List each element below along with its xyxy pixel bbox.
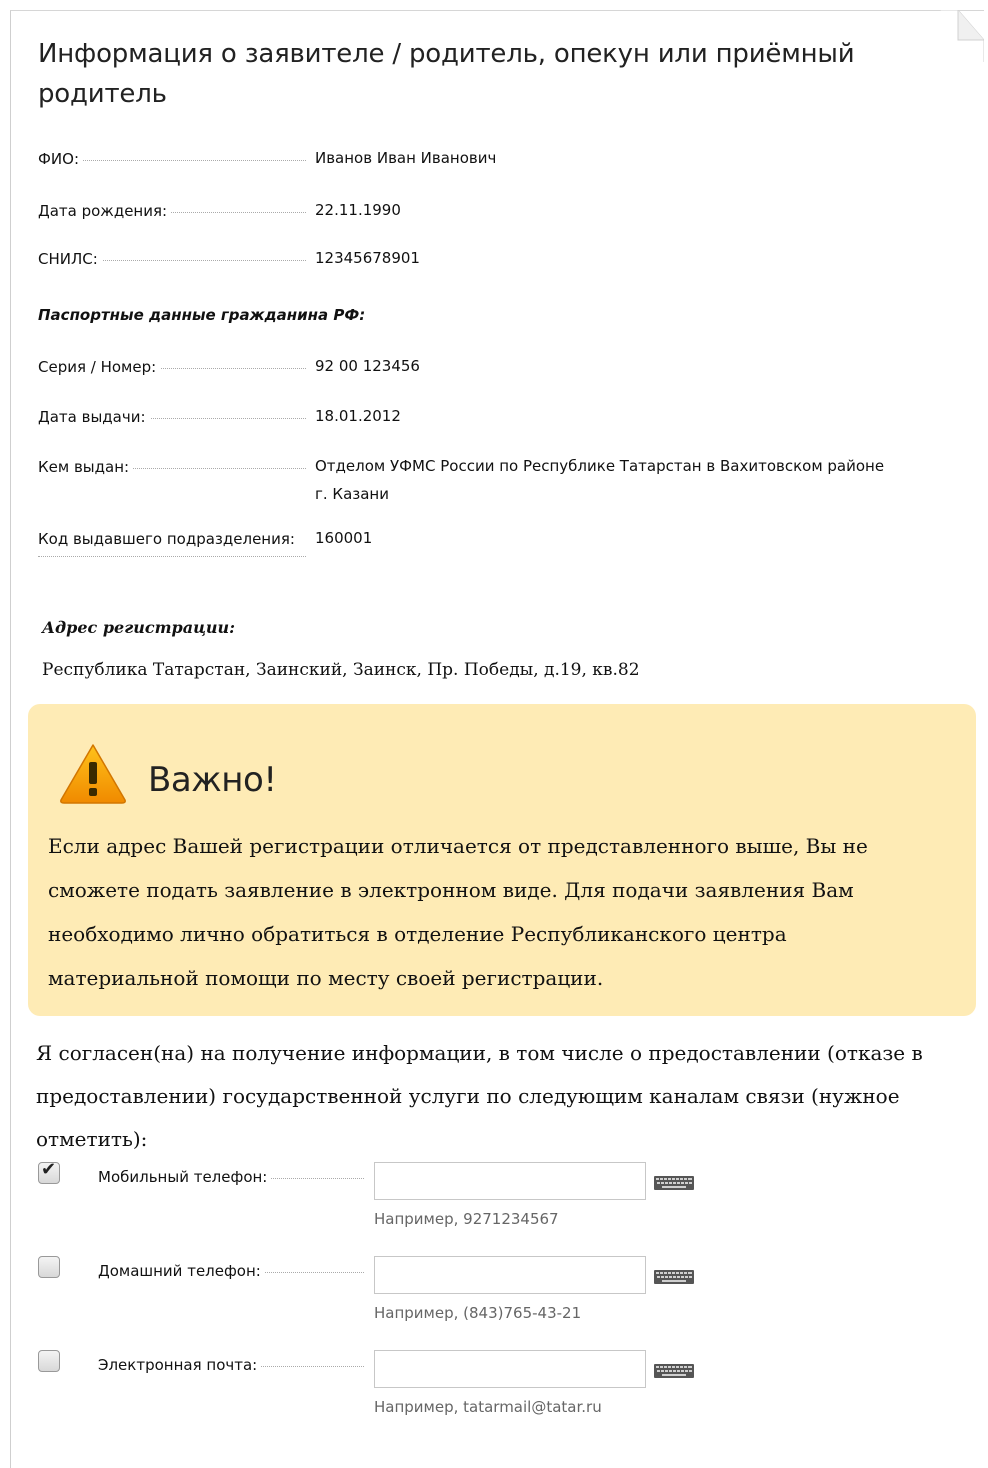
contact-email: Электронная почта: Например, tatarmail@t… [38,1350,958,1430]
warning-triangle-icon [60,744,126,804]
passport-dept-code-value: 160001 [315,529,373,547]
fio-value: Иванов Иван Иванович [315,149,497,167]
home-phone-checkbox[interactable] [38,1256,60,1278]
passport-issue-date-label: Дата выдачи: [38,408,150,426]
passport-dept-code-label: Код выдавшего подразделения: [38,522,306,557]
home-phone-label: Домашний телефон: [98,1262,265,1280]
email-checkbox[interactable] [38,1350,60,1372]
checkmark-icon: ✔ [41,1159,57,1180]
mobile-phone-checkbox[interactable]: ✔ [38,1159,60,1184]
contact-home: Домашний телефон: Например, (843)765-43-… [38,1256,958,1336]
email-label: Электронная почта: [98,1356,262,1374]
notice-text: Если адрес Вашей регистрации отличается … [48,834,868,990]
keyboard-icon[interactable] [654,1270,694,1284]
page-corner-fold-icon [940,10,984,62]
passport-series-value: 92 00 123456 [315,357,420,375]
home-phone-hint: Например, (843)765-43-21 [374,1304,582,1322]
address-heading: Адрес регистрации: [42,618,236,637]
contact-mobile: ✔ Мобильный телефон: Например, 927123456… [38,1159,958,1242]
home-phone-input[interactable] [374,1256,646,1294]
snils-label: СНИЛС: [38,250,102,268]
keyboard-icon[interactable] [654,1364,694,1378]
mobile-phone-hint: Например, 9271234567 [374,1210,559,1228]
passport-issue-date-value: 18.01.2012 [315,407,401,425]
notice-title: Важно! [148,760,277,800]
birth-date-label: Дата рождения: [38,202,172,220]
passport-series-label: Серия / Номер: [38,358,161,376]
passport-issued-by-label: Кем выдан: [38,458,134,476]
passport-heading: Паспортные данные гражданина РФ: [38,306,366,324]
keyboard-icon[interactable] [654,1176,694,1190]
birth-date-value: 22.11.1990 [315,201,401,219]
mobile-phone-input[interactable] [374,1162,646,1200]
important-notice: Важно! Если адрес Вашей регистрации отли… [28,704,976,1016]
snils-value: 12345678901 [315,249,420,267]
email-input[interactable] [374,1350,646,1388]
fio-label: ФИО: [38,150,83,168]
consent-text: Я согласен(на) на получение информации, … [36,1041,923,1151]
address-value: Республика Татарстан, Заинский, Заинск, … [42,660,640,680]
passport-issued-by-value: Отделом УФМС России по Республике Татарс… [315,457,885,503]
page-title: Информация о заявителе / родитель, опеку… [38,39,855,109]
mobile-phone-label: Мобильный телефон: [98,1168,272,1186]
email-hint: Например, tatarmail@tatar.ru [374,1398,602,1416]
